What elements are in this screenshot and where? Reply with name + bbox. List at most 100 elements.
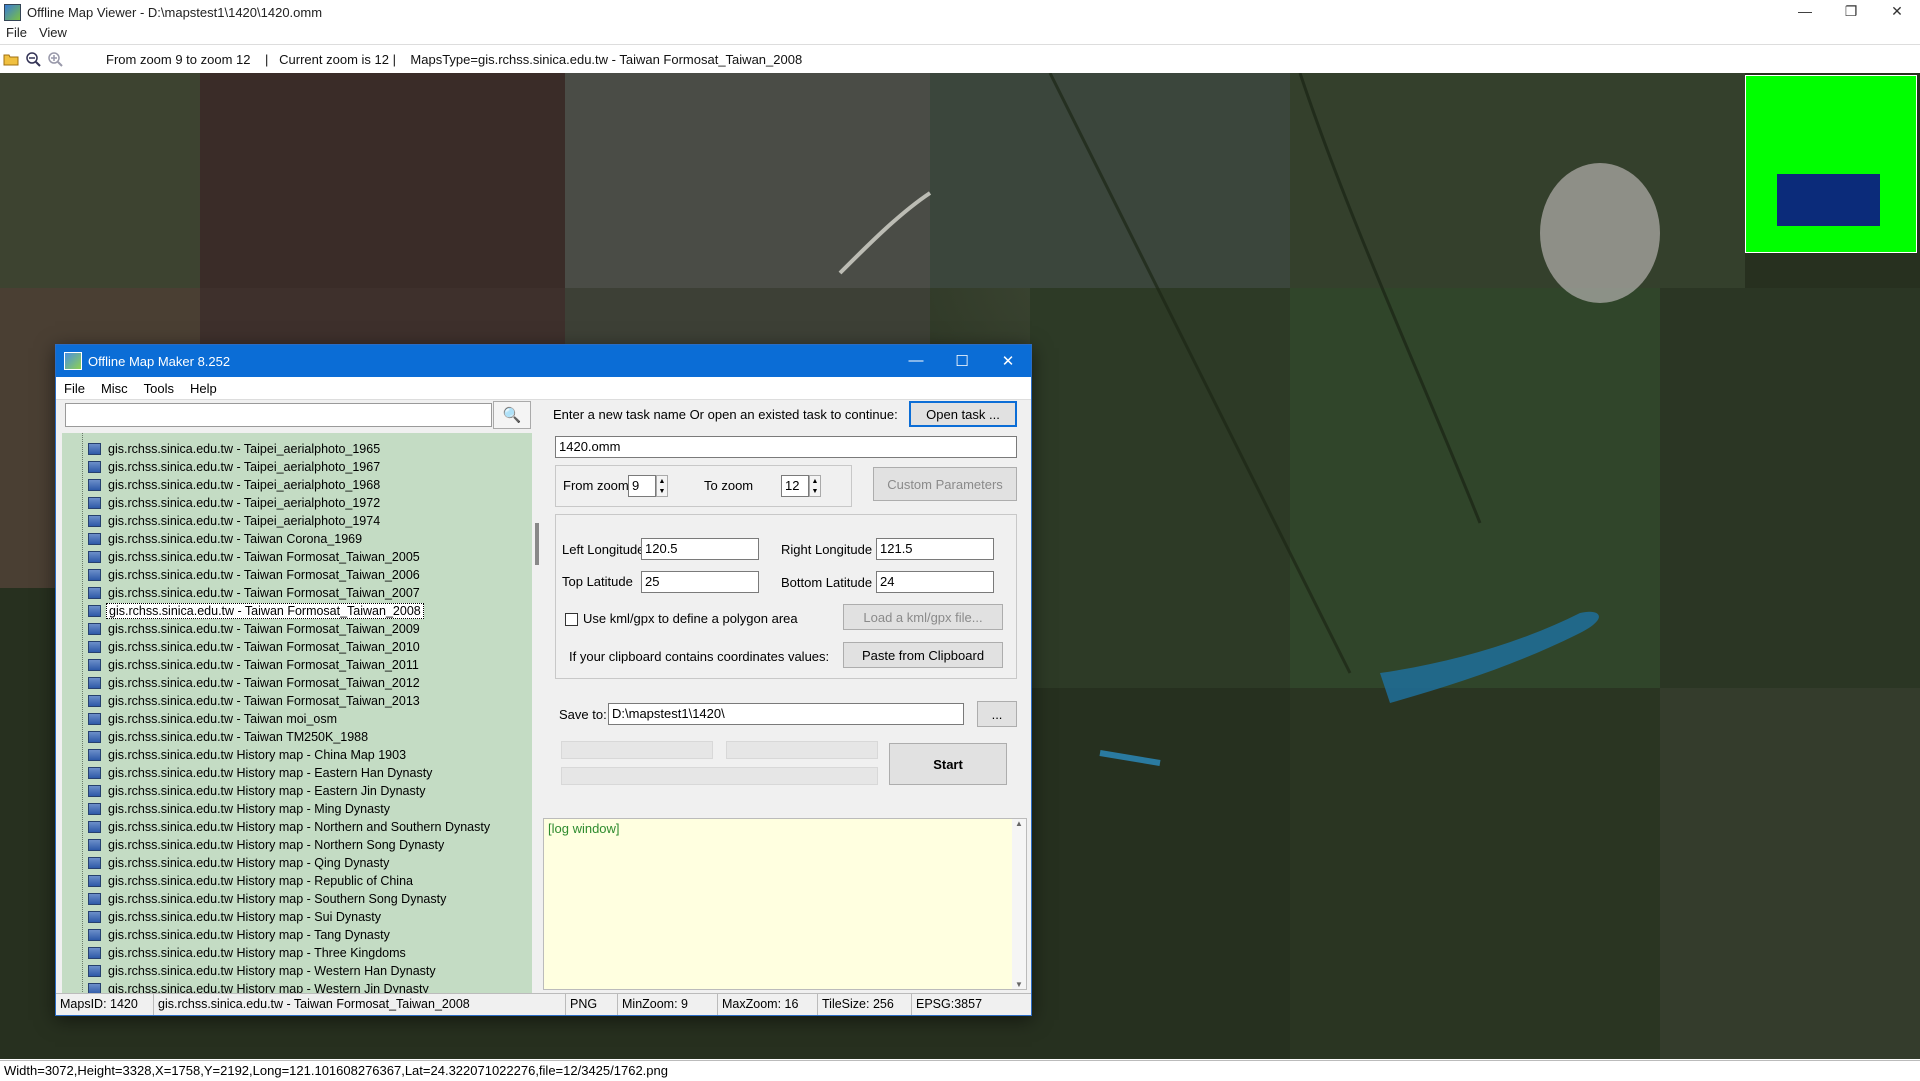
map-layer-icon bbox=[88, 767, 101, 779]
from-zoom-input[interactable]: 9 bbox=[628, 475, 656, 497]
tree-item-label: gis.rchss.sinica.edu.tw - Taiwan Formosa… bbox=[108, 622, 420, 636]
dialog-minimize-button[interactable]: — bbox=[893, 352, 939, 370]
tree-item[interactable]: gis.rchss.sinica.edu.tw - Taiwan Formosa… bbox=[88, 674, 422, 692]
tree-item[interactable]: gis.rchss.sinica.edu.tw - Taipei_aerialp… bbox=[88, 512, 382, 530]
left-longitude-input[interactable]: 120.5 bbox=[641, 538, 759, 560]
tree-item[interactable]: gis.rchss.sinica.edu.tw History map - Mi… bbox=[88, 800, 392, 818]
tree-item[interactable]: gis.rchss.sinica.edu.tw - Taiwan Formosa… bbox=[88, 584, 422, 602]
tree-item[interactable]: gis.rchss.sinica.edu.tw - Taipei_aerialp… bbox=[88, 476, 382, 494]
dialog-maximize-button[interactable]: ☐ bbox=[939, 352, 985, 370]
status-maps-id: MapsID: 1420 bbox=[56, 994, 154, 1015]
status-tile-size: TileSize: 256 bbox=[818, 994, 912, 1015]
tree-item[interactable]: gis.rchss.sinica.edu.tw - Taipei_aerialp… bbox=[88, 458, 382, 476]
chevron-down-icon[interactable]: ▼ bbox=[812, 488, 819, 495]
zoom-in-icon[interactable] bbox=[44, 48, 66, 70]
top-latitude-input[interactable]: 25 bbox=[641, 571, 759, 593]
tree-item[interactable]: gis.rchss.sinica.edu.tw - Taiwan Formosa… bbox=[88, 638, 422, 656]
dialog-title: Offline Map Maker 8.252 bbox=[88, 353, 231, 369]
map-search-input[interactable] bbox=[65, 403, 492, 427]
tree-item-label: gis.rchss.sinica.edu.tw History map - Ch… bbox=[108, 748, 407, 762]
tree-item[interactable]: gis.rchss.sinica.edu.tw - Taipei_aerialp… bbox=[88, 440, 382, 458]
dialog-titlebar: Offline Map Maker 8.252 — ☐ ✕ bbox=[56, 345, 1031, 377]
search-button[interactable]: 🔍 bbox=[493, 401, 531, 429]
map-layer-icon bbox=[88, 947, 101, 959]
tree-item[interactable]: gis.rchss.sinica.edu.tw History map - Re… bbox=[88, 872, 415, 890]
tree-item-label: gis.rchss.sinica.edu.tw - Taiwan Formosa… bbox=[108, 694, 420, 708]
tree-item[interactable]: gis.rchss.sinica.edu.tw History map - Su… bbox=[88, 908, 383, 926]
overview-viewport[interactable] bbox=[1777, 174, 1880, 226]
chevron-up-icon[interactable]: ▲ bbox=[659, 478, 666, 485]
dialog-menu-misc[interactable]: Misc bbox=[93, 381, 136, 396]
maximize-button[interactable]: ❐ bbox=[1828, 0, 1874, 24]
map-layer-icon bbox=[88, 587, 101, 599]
map-layer-icon bbox=[88, 803, 101, 815]
to-zoom-input[interactable]: 12 bbox=[781, 475, 809, 497]
tree-item[interactable]: gis.rchss.sinica.edu.tw - Taiwan Corona_… bbox=[88, 530, 364, 548]
menu-file[interactable]: File bbox=[0, 25, 33, 40]
overview-minimap[interactable] bbox=[1745, 75, 1917, 253]
dialog-close-button[interactable]: ✕ bbox=[985, 352, 1031, 370]
dialog-menu-tools[interactable]: Tools bbox=[136, 381, 182, 396]
scroll-up-icon[interactable]: ▲ bbox=[1015, 819, 1023, 828]
map-type-tree[interactable]: gis.rchss.sinica.edu.tw - Taipei_aerialp… bbox=[62, 433, 532, 998]
tree-item-label: gis.rchss.sinica.edu.tw - Taipei_aerialp… bbox=[108, 514, 381, 528]
log-window[interactable]: [log window] ▲ ▼ bbox=[543, 818, 1027, 990]
tree-item[interactable]: gis.rchss.sinica.edu.tw - Taiwan Formosa… bbox=[88, 656, 421, 674]
tree-item[interactable]: gis.rchss.sinica.edu.tw History map - Ch… bbox=[88, 746, 408, 764]
log-scrollbar[interactable]: ▲ ▼ bbox=[1012, 819, 1026, 989]
menu-view[interactable]: View bbox=[33, 25, 73, 40]
tree-item[interactable]: gis.rchss.sinica.edu.tw - Taiwan Formosa… bbox=[88, 548, 422, 566]
kml-checkbox-label[interactable]: Use kml/gpx to define a polygon area bbox=[583, 611, 798, 626]
save-path-input[interactable]: D:\mapstest1\1420\ bbox=[608, 703, 964, 725]
task-name-input[interactable]: 1420.omm bbox=[555, 436, 1017, 458]
from-zoom-stepper[interactable]: ▲ ▼ bbox=[656, 475, 668, 497]
bottom-latitude-input[interactable]: 24 bbox=[876, 571, 994, 593]
open-task-button[interactable]: Open task ... bbox=[909, 401, 1017, 427]
browse-button[interactable]: ... bbox=[977, 701, 1017, 727]
status-maps-name: gis.rchss.sinica.edu.tw - Taiwan Formosa… bbox=[154, 994, 566, 1015]
to-zoom-stepper[interactable]: ▲ ▼ bbox=[809, 475, 821, 497]
custom-parameters-button[interactable]: Custom Parameters bbox=[873, 467, 1017, 501]
tree-item[interactable]: gis.rchss.sinica.edu.tw - Taiwan Formosa… bbox=[88, 566, 422, 584]
viewer-titlebar: Offline Map Viewer - D:\mapstest1\1420\1… bbox=[0, 0, 1920, 24]
close-button[interactable]: ✕ bbox=[1874, 0, 1920, 24]
tree-item-label: gis.rchss.sinica.edu.tw - Taiwan TM250K_… bbox=[108, 730, 369, 744]
dialog-menu-file[interactable]: File bbox=[56, 381, 93, 396]
tree-item[interactable]: gis.rchss.sinica.edu.tw History map - No… bbox=[88, 818, 492, 836]
to-zoom-label: To zoom bbox=[704, 478, 754, 493]
chevron-up-icon[interactable]: ▲ bbox=[812, 478, 819, 485]
tree-item-label: gis.rchss.sinica.edu.tw - Taiwan Formosa… bbox=[108, 676, 420, 690]
load-kml-button[interactable]: Load a kml/gpx file... bbox=[843, 604, 1003, 630]
dialog-menu-help[interactable]: Help bbox=[182, 381, 225, 396]
tree-item-label: gis.rchss.sinica.edu.tw - Taiwan Formosa… bbox=[108, 640, 420, 654]
kml-checkbox[interactable] bbox=[565, 613, 578, 626]
open-folder-icon[interactable] bbox=[0, 48, 22, 70]
tree-item-label: gis.rchss.sinica.edu.tw - Taipei_aerialp… bbox=[108, 460, 381, 474]
tree-scrollbar-thumb[interactable] bbox=[535, 523, 539, 565]
map-layer-icon bbox=[88, 731, 101, 743]
scroll-down-icon[interactable]: ▼ bbox=[1015, 980, 1023, 989]
tree-item[interactable]: gis.rchss.sinica.edu.tw History map - We… bbox=[88, 962, 438, 980]
tree-item[interactable]: gis.rchss.sinica.edu.tw - Taiwan moi_osm bbox=[88, 710, 339, 728]
tree-item[interactable]: gis.rchss.sinica.edu.tw - Taiwan Formosa… bbox=[88, 620, 422, 638]
tree-item[interactable]: gis.rchss.sinica.edu.tw History map - Qi… bbox=[88, 854, 391, 872]
tree-item[interactable]: gis.rchss.sinica.edu.tw - Taiwan Formosa… bbox=[88, 602, 424, 620]
zoom-out-icon[interactable] bbox=[22, 48, 44, 70]
tree-item[interactable]: gis.rchss.sinica.edu.tw History map - So… bbox=[88, 890, 448, 908]
chevron-down-icon[interactable]: ▼ bbox=[659, 488, 666, 495]
search-icon: 🔍 bbox=[502, 407, 522, 424]
tree-item[interactable]: gis.rchss.sinica.edu.tw - Taiwan Formosa… bbox=[88, 692, 422, 710]
paste-clipboard-button[interactable]: Paste from Clipboard bbox=[843, 642, 1003, 668]
minimize-button[interactable]: — bbox=[1782, 0, 1828, 24]
tree-item[interactable]: gis.rchss.sinica.edu.tw History map - Th… bbox=[88, 944, 408, 962]
tree-item-label: gis.rchss.sinica.edu.tw History map - We… bbox=[108, 964, 436, 978]
tree-item[interactable]: gis.rchss.sinica.edu.tw - Taiwan TM250K_… bbox=[88, 728, 370, 746]
tree-item[interactable]: gis.rchss.sinica.edu.tw History map - No… bbox=[88, 836, 446, 854]
map-layer-icon bbox=[88, 785, 101, 797]
tree-item[interactable]: gis.rchss.sinica.edu.tw History map - Ea… bbox=[88, 782, 427, 800]
tree-item[interactable]: gis.rchss.sinica.edu.tw - Taipei_aerialp… bbox=[88, 494, 382, 512]
right-longitude-input[interactable]: 121.5 bbox=[876, 538, 994, 560]
start-button[interactable]: Start bbox=[889, 743, 1007, 785]
tree-item[interactable]: gis.rchss.sinica.edu.tw History map - Ea… bbox=[88, 764, 434, 782]
tree-item[interactable]: gis.rchss.sinica.edu.tw History map - Ta… bbox=[88, 926, 392, 944]
